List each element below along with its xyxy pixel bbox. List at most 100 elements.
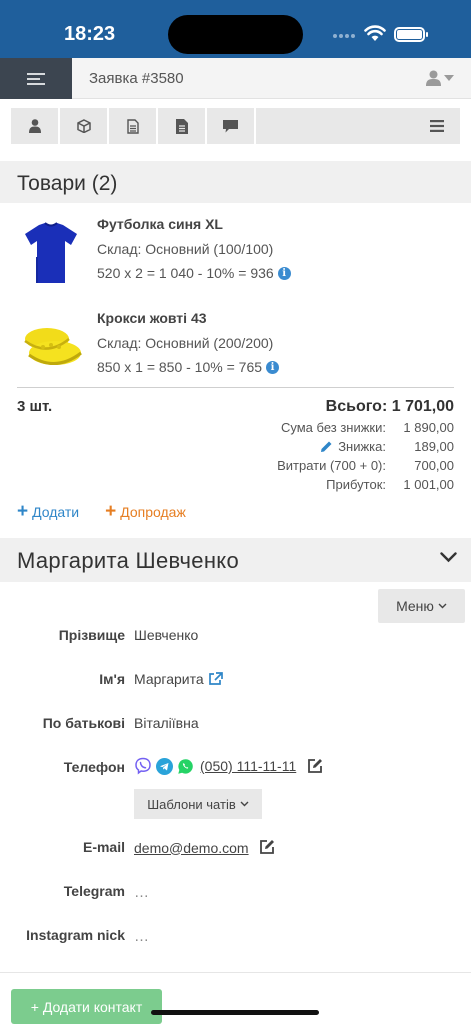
- chat-templates-button[interactable]: Шаблони чатів: [134, 789, 262, 819]
- viber-icon[interactable]: [134, 757, 152, 775]
- surname-value[interactable]: Шевченко: [134, 627, 198, 643]
- product-actions: + Додати + Допродаж: [17, 501, 186, 522]
- patronymic-value[interactable]: Віталіївна: [134, 715, 199, 731]
- product-stock: Склад: Основний (200/200): [97, 335, 274, 351]
- tab-documents[interactable]: [109, 108, 156, 144]
- products-section-header: Товари (2): [0, 161, 471, 203]
- order-title: Заявка #3580: [89, 70, 184, 87]
- product-name[interactable]: Крокси жовті 43: [97, 310, 207, 326]
- products-title: Товари (2): [17, 172, 118, 195]
- tab-comments[interactable]: [207, 108, 254, 144]
- product-stock: Склад: Основний (100/100): [97, 241, 274, 257]
- product-price-calc: 520 x 2 = 1 040 - 10% = 936 i: [97, 265, 291, 281]
- contact-menu-dropdown[interactable]: Меню: [378, 589, 465, 623]
- list-icon: [430, 120, 444, 132]
- tab-products[interactable]: [60, 108, 107, 144]
- contact-menu-label: Меню: [396, 598, 434, 614]
- tab-files[interactable]: [158, 108, 205, 144]
- summary-value: 1 890,00: [403, 420, 454, 435]
- summary-row: Знижка: 189,00: [154, 439, 454, 454]
- pencil-icon[interactable]: [320, 440, 333, 453]
- contact-name: Маргарита Шевченко: [17, 548, 239, 573]
- status-time: 18:23: [64, 23, 116, 45]
- chevron-down-icon: [438, 603, 447, 609]
- discount-label-group[interactable]: Знижка:: [320, 439, 386, 454]
- patronymic-label: По батькові: [42, 715, 125, 731]
- summary-label: Знижка:: [338, 439, 386, 454]
- product-item[interactable]: Футболка синя XL Склад: Основний (100/10…: [0, 213, 471, 293]
- add-contact-button[interactable]: + Додати контакт: [11, 989, 162, 1024]
- chat-templates-label: Шаблони чатів: [147, 796, 236, 812]
- summary-value: 700,00: [414, 458, 454, 473]
- total-quantity: 3 шт.: [17, 398, 53, 415]
- chevron-down-icon: [240, 801, 249, 807]
- dynamic-island: [168, 15, 303, 54]
- plus-icon: +: [105, 501, 117, 522]
- summary-label: Витрати (700 + 0):: [277, 458, 386, 473]
- external-link-icon[interactable]: [208, 672, 223, 686]
- battery-icon: [394, 27, 428, 42]
- tab-client[interactable]: [11, 108, 58, 144]
- whatsapp-icon[interactable]: [177, 758, 194, 775]
- order-toolbar: [11, 108, 460, 144]
- instagram-value[interactable]: …: [134, 928, 150, 945]
- status-bar: 18:23: [0, 0, 471, 58]
- summary-row: Витрати (700 + 0): 700,00: [154, 458, 454, 473]
- first-name-value[interactable]: Маргарита: [134, 671, 204, 687]
- add-product-label: Додати: [32, 504, 80, 520]
- upsell-link[interactable]: + Допродаж: [105, 501, 186, 522]
- hamburger-icon: [27, 70, 45, 88]
- contact-section-header[interactable]: Маргарита Шевченко: [0, 538, 471, 582]
- first-name-field[interactable]: Маргарита: [134, 671, 223, 687]
- info-icon[interactable]: i: [277, 266, 291, 280]
- plus-icon: +: [17, 501, 29, 522]
- user-icon: [28, 119, 41, 133]
- first-name-label: Ім'я: [99, 671, 125, 687]
- signal-icon: [333, 34, 355, 38]
- tab-more[interactable]: [256, 108, 460, 144]
- home-indicator: [151, 1010, 319, 1015]
- telegram-icon[interactable]: [156, 757, 173, 775]
- product-price-calc: 850 x 1 = 850 - 10% = 765 i: [97, 359, 280, 375]
- app-header: Заявка #3580: [0, 58, 471, 99]
- summary-label: Прибуток:: [326, 477, 386, 492]
- telegram-value[interactable]: …: [134, 884, 150, 901]
- product-name[interactable]: Футболка синя XL: [97, 216, 223, 232]
- hamburger-menu-button[interactable]: [0, 58, 72, 99]
- box-icon: [76, 119, 91, 133]
- product-image: [25, 222, 77, 283]
- instagram-label: Instagram nick: [26, 927, 125, 943]
- surname-label: Прізвище: [58, 627, 125, 643]
- edit-icon[interactable]: [258, 839, 275, 856]
- caret-down-icon: [444, 75, 454, 81]
- product-item[interactable]: Крокси жовті 43 Склад: Основний (200/200…: [0, 307, 471, 387]
- user-icon: [426, 70, 441, 86]
- email-label: E-mail: [82, 839, 125, 855]
- telegram-label: Telegram: [63, 883, 125, 899]
- summary-row: Прибуток: 1 001,00: [154, 477, 454, 492]
- chevron-down-icon[interactable]: [440, 552, 457, 563]
- upsell-label: Допродаж: [120, 504, 186, 520]
- summary-value: 1 001,00: [403, 477, 454, 492]
- order-total: Всього: 1 701,00: [325, 398, 454, 415]
- products-divider: [17, 387, 454, 388]
- summary-label: Сума без знижки:: [281, 420, 386, 435]
- product-price-text: 520 x 2 = 1 040 - 10% = 936: [97, 265, 274, 281]
- document-icon: [126, 118, 139, 134]
- wifi-icon: [364, 25, 386, 41]
- user-menu-button[interactable]: [426, 70, 454, 86]
- email-value[interactable]: demo@demo.com: [134, 840, 249, 856]
- comment-icon: [223, 119, 238, 132]
- summary-value: 189,00: [414, 439, 454, 454]
- product-image: [24, 328, 82, 365]
- file-icon: [175, 118, 188, 134]
- email-field: demo@demo.com: [134, 839, 275, 856]
- phone-field: (050) 111-11-11: [134, 757, 323, 775]
- add-product-link[interactable]: + Додати: [17, 501, 80, 522]
- phone-value[interactable]: (050) 111-11-11: [200, 758, 296, 774]
- section-divider: [0, 972, 471, 973]
- info-icon[interactable]: i: [266, 360, 280, 374]
- edit-icon[interactable]: [306, 758, 323, 775]
- summary-row: Сума без знижки: 1 890,00: [154, 420, 454, 435]
- phone-label: Телефон: [63, 759, 125, 775]
